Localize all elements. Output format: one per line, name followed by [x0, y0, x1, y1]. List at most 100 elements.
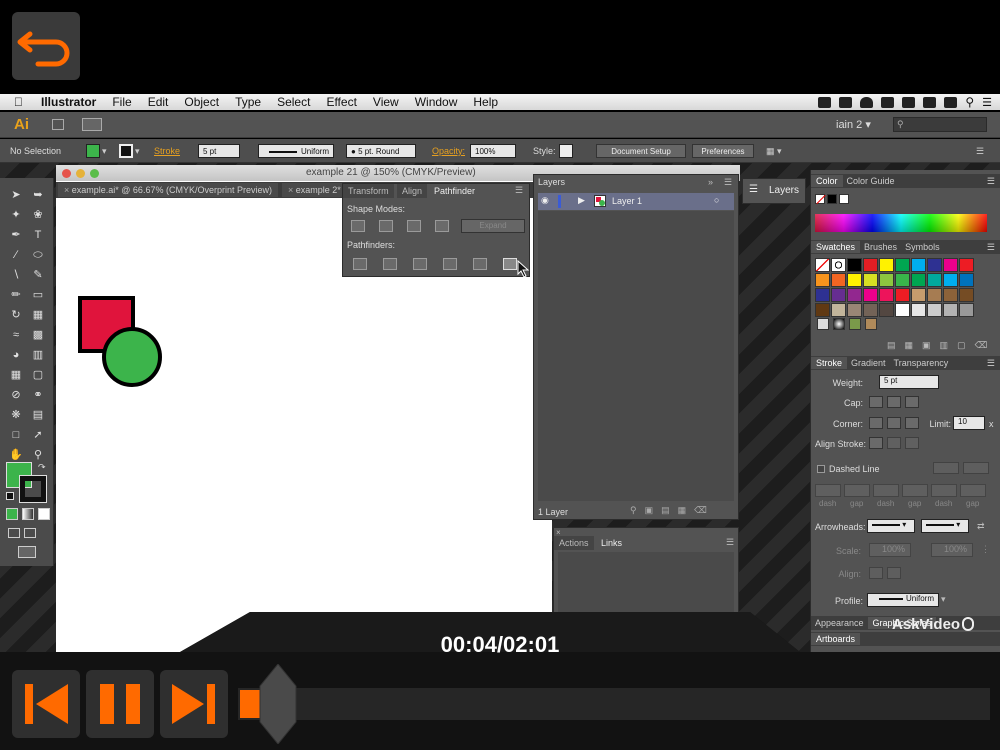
gap-field-1[interactable] — [844, 484, 870, 497]
previous-button[interactable] — [12, 670, 80, 738]
camera-icon[interactable] — [818, 96, 832, 108]
preserve-dashes-icon[interactable] — [933, 462, 959, 474]
link-scale-icon[interactable]: ⋮ — [981, 544, 990, 555]
mesh-tool-icon[interactable]: ▦ — [8, 368, 24, 382]
swatch-26[interactable] — [895, 288, 910, 302]
gap-field-3[interactable] — [960, 484, 986, 497]
brush-definition[interactable]: ● 5 pt. Round — [346, 144, 416, 158]
dash-field-2[interactable] — [873, 484, 899, 497]
menu-type[interactable]: Type — [227, 95, 269, 109]
swatch-20[interactable] — [959, 273, 974, 287]
none-color-icon[interactable] — [815, 194, 826, 205]
align-outside-icon[interactable] — [905, 437, 919, 449]
swatch-17[interactable] — [911, 273, 926, 287]
close-tab-icon[interactable]: × — [288, 185, 296, 195]
color-mode-icon[interactable] — [6, 508, 18, 520]
pause-button[interactable] — [86, 670, 154, 738]
expand-triangle-icon[interactable]: ▶ — [578, 195, 585, 206]
minimize-window-icon[interactable] — [76, 169, 85, 178]
gradient-mode-icon[interactable] — [22, 508, 34, 520]
close-window-icon[interactable] — [62, 169, 71, 178]
default-colors-icon[interactable] — [6, 492, 14, 500]
hand-tool-icon[interactable]: ✋ — [8, 448, 24, 462]
document-tab-1[interactable]: × example.ai* @ 66.67% (CMYK/Overprint P… — [58, 183, 278, 197]
app-menu[interactable]: Illustrator — [31, 95, 104, 109]
pen-tool-icon[interactable]: ✒ — [8, 228, 24, 242]
swatch-5[interactable] — [879, 258, 894, 272]
seek-handle[interactable] — [258, 664, 298, 744]
next-button[interactable] — [160, 670, 228, 738]
swap-arrowheads-icon[interactable]: ⇄ — [977, 521, 985, 532]
stroke-weight-field[interactable]: 5 pt — [198, 144, 240, 158]
swatch-29[interactable] — [943, 288, 958, 302]
swatch-33[interactable] — [847, 303, 862, 317]
intersect-icon[interactable] — [407, 220, 421, 232]
apple-menu-icon[interactable]:  — [0, 95, 31, 109]
collapse-panel-icon[interactable]: » — [708, 177, 713, 187]
dash-field-1[interactable] — [815, 484, 841, 497]
end-arrowhead-select[interactable]: ▾ — [921, 519, 969, 533]
white-color-icon[interactable] — [839, 194, 849, 204]
direct-selection-tool-icon[interactable]: ➥ — [30, 188, 46, 202]
tab-links[interactable]: Links — [596, 536, 628, 550]
swatch-pattern-4[interactable] — [865, 318, 877, 330]
swatch-15[interactable] — [879, 273, 894, 287]
menu-edit[interactable]: Edit — [140, 95, 177, 109]
variable-width-profile[interactable]: Uniform — [258, 144, 334, 158]
swatch-27[interactable] — [911, 288, 926, 302]
display-icon[interactable] — [902, 96, 916, 108]
lasso-tool-icon[interactable]: ❀ — [30, 208, 46, 222]
panel-menu-icon[interactable]: ☰ — [724, 177, 732, 188]
profile-select[interactable]: Uniform — [867, 593, 939, 607]
fill-dropdown-icon[interactable]: ▾ — [102, 144, 107, 158]
gap-field-2[interactable] — [902, 484, 928, 497]
target-icon[interactable]: ○ — [714, 195, 719, 205]
document-setup-button[interactable]: Document Setup — [596, 144, 686, 158]
unite-icon[interactable] — [351, 220, 365, 232]
swatch-22[interactable] — [831, 288, 846, 302]
menu-file[interactable]: File — [104, 95, 139, 109]
document-tab-2[interactable]: × example 2* — [282, 183, 344, 197]
preferences-button[interactable]: Preferences — [692, 144, 754, 158]
eyedropper-tool-icon[interactable]: ⊘ — [8, 388, 24, 402]
layers-collapsed-button[interactable]: ☰ Layers — [742, 178, 806, 204]
none-mode-icon[interactable] — [38, 508, 50, 520]
layer-row[interactable]: ◉ ▶ Layer 1 ○ — [538, 193, 734, 210]
opacity-field[interactable]: 100% — [470, 144, 516, 158]
artboard-tool-icon[interactable]: □ — [8, 428, 24, 442]
tab-actions[interactable]: Actions — [554, 536, 594, 550]
outline-icon[interactable] — [473, 258, 487, 270]
swatch-8[interactable] — [927, 258, 942, 272]
swatch-11[interactable] — [815, 273, 830, 287]
profile-dropdown-icon[interactable]: ▾ — [941, 594, 946, 605]
green-circle[interactable] — [102, 327, 162, 387]
show-kinds-icon[interactable]: ▦ — [905, 340, 923, 350]
minus-back-icon[interactable] — [503, 258, 517, 270]
swatch-35[interactable] — [879, 303, 894, 317]
tab-align[interactable]: Align — [397, 184, 428, 198]
swatch-9[interactable] — [943, 258, 958, 272]
menu-effect[interactable]: Effect — [318, 95, 364, 109]
swatch-37[interactable] — [911, 303, 926, 317]
draw-mode-icon[interactable] — [8, 528, 20, 538]
swatch-31[interactable] — [815, 303, 830, 317]
locate-object-icon[interactable]: ⚲ — [630, 505, 645, 515]
new-color-group-icon[interactable]: ▥ — [940, 340, 958, 350]
bevel-join-icon[interactable] — [905, 417, 919, 429]
bridge-icon[interactable] — [52, 119, 64, 130]
swatch-30[interactable] — [959, 288, 974, 302]
swatch-36[interactable] — [895, 303, 910, 317]
merge-icon[interactable] — [413, 258, 427, 270]
free-transform-tool-icon[interactable]: ▩ — [30, 328, 46, 342]
stroke-dropdown-icon[interactable]: ▾ — [135, 144, 140, 158]
round-join-icon[interactable] — [887, 417, 901, 429]
type-tool-icon[interactable]: T — [30, 228, 46, 242]
swatch-options-icon[interactable]: ▣ — [922, 340, 940, 350]
start-arrowhead-select[interactable]: ▾ — [867, 519, 915, 533]
stroke-color-box[interactable] — [19, 475, 47, 503]
graphic-style-swatch[interactable] — [559, 144, 573, 158]
butt-cap-icon[interactable] — [869, 396, 883, 408]
panel-menu-icon[interactable]: ☰ — [976, 144, 984, 158]
swatch-4[interactable] — [863, 258, 878, 272]
eraser-tool-icon[interactable]: ▭ — [30, 288, 46, 302]
